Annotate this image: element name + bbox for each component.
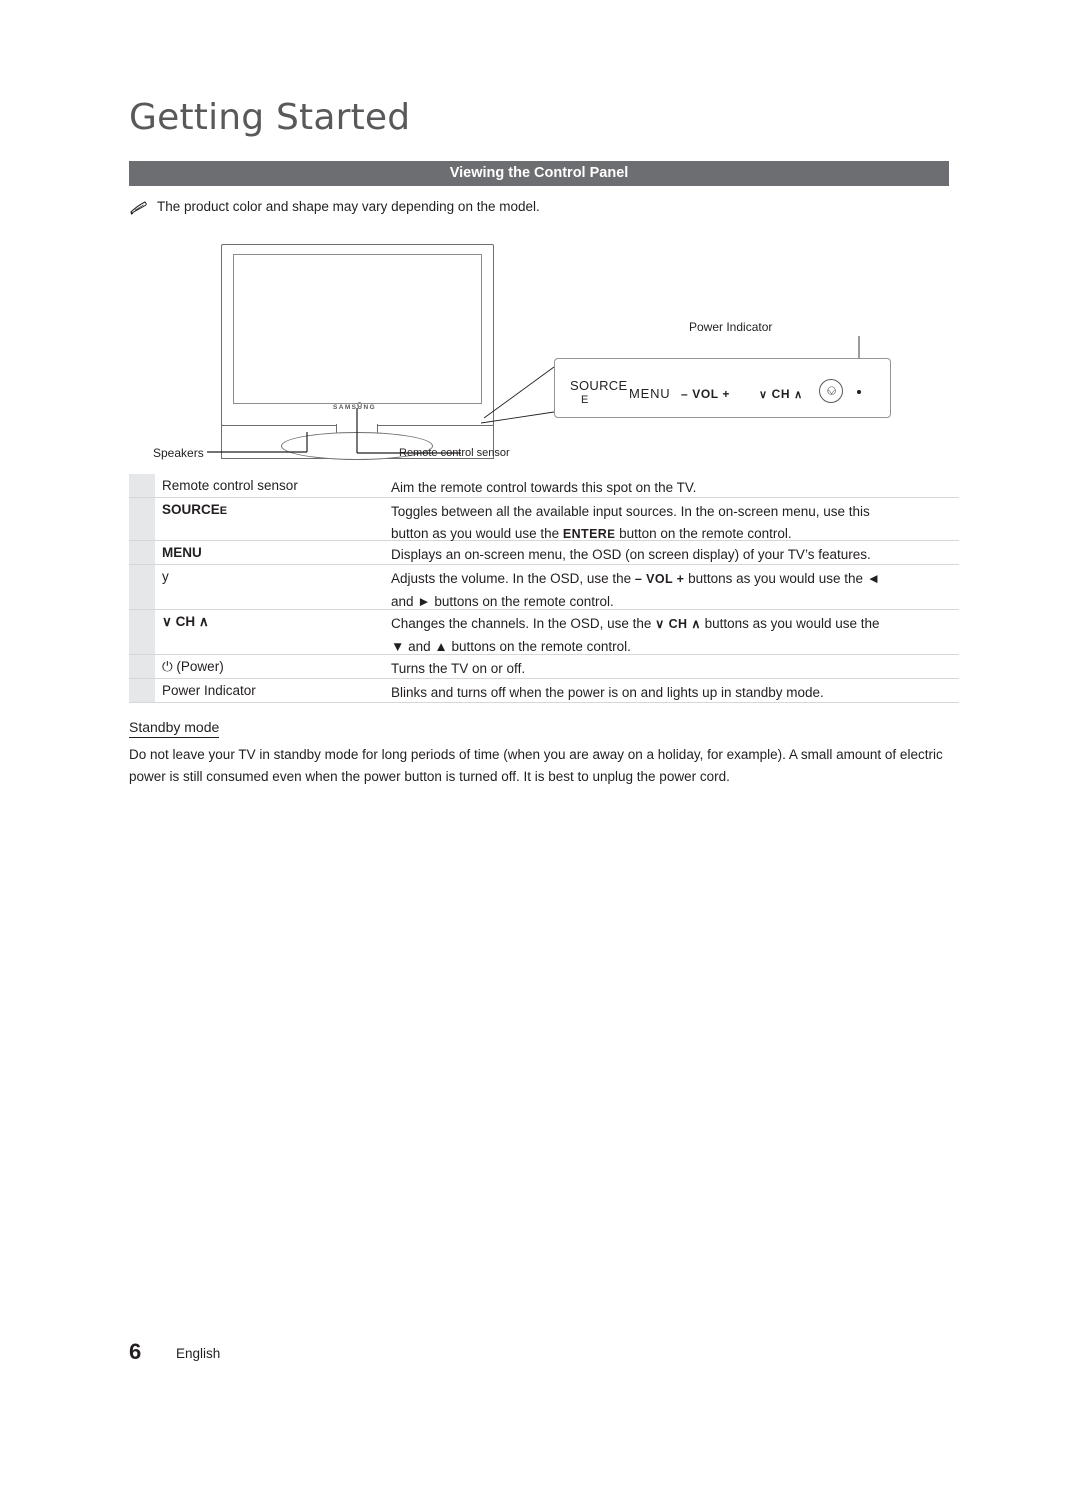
- row-color-swatch: [129, 498, 155, 540]
- manual-page: Getting Started Viewing the Control Pane…: [0, 0, 1080, 1494]
- row-color-swatch: [129, 655, 155, 678]
- table-row-label-cell: ⏻ (Power): [129, 655, 379, 678]
- row-description: Aim the remote control towards this spot…: [391, 480, 697, 495]
- standby-body-line1: Do not leave your TV in standby mode for…: [129, 747, 882, 762]
- row-color-swatch: [129, 541, 155, 564]
- row-color-swatch: [129, 679, 155, 702]
- panel-source-enter-icon: E: [581, 394, 589, 406]
- footer-language: English: [176, 1346, 221, 1361]
- control-panel-illustration: SAMSUNG SOURCE E MENU – VOL + ∨ CH ∧ ⎉ P…: [129, 232, 959, 472]
- table-row: MENU Displays an on-screen menu, the OSD…: [129, 541, 959, 565]
- row-label: ⏻ (Power): [162, 659, 224, 674]
- control-panel-table: Remote control sensor Aim the remote con…: [129, 474, 959, 703]
- table-row-label-cell: ∨ CH ∧: [129, 610, 379, 654]
- row-label-enter-icon: E: [219, 505, 228, 517]
- table-row: SOURCEE Toggles between all the availabl…: [129, 498, 959, 541]
- row-desc-line2: and ► buttons on the remote control.: [391, 593, 614, 609]
- row-label: Remote control sensor: [162, 478, 298, 493]
- row-desc-line1-post: buttons as you would use the: [700, 616, 880, 631]
- note-row: The product color and shape may vary dep…: [129, 199, 959, 219]
- ch-key-label: ∨ CH ∧: [655, 617, 701, 631]
- row-label: y: [162, 569, 169, 584]
- page-number: 6: [129, 1339, 142, 1364]
- table-row-label-cell: y: [129, 565, 379, 609]
- table-row: ⏻ (Power) Turns the TV on or off.: [129, 655, 959, 679]
- row-desc-line1-post: buttons as you would use the ◄: [684, 571, 881, 586]
- ch-text: CH: [771, 387, 791, 401]
- panel-volume-label: – VOL +: [681, 387, 730, 401]
- section-header-label: Viewing the Control Panel: [449, 165, 629, 181]
- row-color-swatch: [129, 610, 155, 654]
- standby-mode-body: Do not leave your TV in standby mode for…: [129, 744, 961, 787]
- row-desc-line2-post: button on the remote control.: [615, 525, 792, 541]
- pencil-note-icon: [129, 200, 149, 216]
- row-description: Turns the TV on or off.: [391, 661, 526, 676]
- row-color-swatch: [129, 474, 155, 497]
- caption-speakers: Speakers: [153, 446, 204, 460]
- table-row-label-cell: Remote control sensor: [129, 474, 379, 497]
- row-description: Blinks and turns off when the power is o…: [391, 685, 824, 700]
- row-description: Changes the channels. In the OSD, use th…: [391, 613, 959, 657]
- row-description: Adjusts the volume. In the OSD, use the …: [391, 568, 959, 612]
- row-label: Power Indicator: [162, 683, 256, 698]
- table-row-label-cell: SOURCEE: [129, 498, 379, 540]
- vol-key-label: – VOL +: [634, 572, 685, 586]
- row-desc-line2: ▼ and ▲ buttons on the remote control.: [391, 638, 631, 654]
- row-label-text: SOURCE: [162, 502, 220, 517]
- ch-down-glyph: ∨: [759, 389, 768, 401]
- panel-source-label: SOURCE: [570, 378, 628, 393]
- table-row-label-cell: Power Indicator: [129, 679, 379, 702]
- page-title: Getting Started: [129, 97, 411, 138]
- callout-lines: [207, 336, 860, 454]
- row-desc-line1-pre: Changes the channels. In the OSD, use th…: [391, 616, 656, 631]
- power-indicator-dot: [857, 390, 861, 394]
- row-desc-line1-pre: Adjusts the volume. In the OSD, use the: [391, 571, 635, 586]
- caption-power-indicator: Power Indicator: [689, 320, 773, 334]
- standby-mode-heading: Standby mode: [129, 719, 220, 738]
- note-text: The product color and shape may vary dep…: [157, 199, 540, 214]
- ch-up-glyph: ∧: [794, 389, 803, 401]
- table-row: ∨ CH ∧ Changes the channels. In the OSD,…: [129, 610, 959, 655]
- row-desc-line2-pre: button as you would use the: [391, 525, 563, 541]
- table-row: Power Indicator Blinks and turns off whe…: [129, 679, 959, 703]
- row-desc-line1: Toggles between all the available input …: [391, 504, 870, 519]
- row-label: SOURCEE: [162, 502, 227, 517]
- row-description: Displays an on-screen menu, the OSD (on …: [391, 547, 871, 562]
- caption-remote-control-sensor: Remote control sensor: [399, 447, 510, 459]
- vol-plus-glyph: +: [722, 387, 731, 401]
- row-label: ∨ CH ∧: [162, 614, 209, 629]
- panel-channel-label: ∨ CH ∧: [759, 387, 803, 401]
- section-header-bar: Viewing the Control Panel: [129, 161, 949, 186]
- row-description: Toggles between all the available input …: [391, 501, 959, 546]
- table-row: y Adjusts the volume. In the OSD, use th…: [129, 565, 959, 610]
- power-icon: ⎉: [826, 382, 838, 398]
- row-label: MENU: [162, 545, 202, 560]
- row-color-swatch: [129, 565, 155, 609]
- table-row-label-cell: MENU: [129, 541, 379, 564]
- vol-text: VOL: [692, 387, 719, 401]
- panel-menu-label: MENU: [629, 386, 671, 401]
- table-row: Remote control sensor Aim the remote con…: [129, 474, 959, 498]
- vol-minus-glyph: –: [681, 387, 689, 401]
